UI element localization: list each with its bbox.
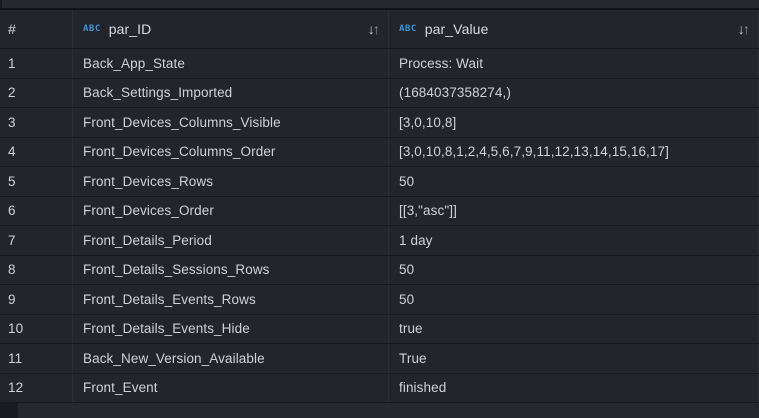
- row-index-cell: 4: [0, 138, 73, 167]
- table-row: 11 Back_New_Version_Available True: [0, 344, 759, 374]
- par-value-cell: [3,0,10,8,1,2,4,5,6,7,9,11,12,13,14,15,1…: [389, 138, 759, 167]
- column-header-par-value-label: par_Value: [425, 21, 489, 37]
- table-row: 8 Front_Details_Sessions_Rows 50: [0, 256, 759, 286]
- par-id-cell: Front_Devices_Order: [73, 197, 389, 226]
- string-type-icon: ABC: [399, 24, 417, 34]
- row-index-cell: 11: [0, 344, 73, 373]
- sort-up-arrow-icon: ↑: [373, 21, 380, 37]
- row-index-cell: 12: [0, 374, 73, 403]
- table-row: 4 Front_Devices_Columns_Order [3,0,10,8,…: [0, 138, 759, 168]
- column-header-par-id-label: par_ID: [109, 21, 152, 37]
- parameters-table: # ABC par_ID ↓↑ ABC par_Value ↓↑ 1 Back_…: [0, 10, 759, 403]
- table-row: 5 Front_Devices_Rows 50: [0, 167, 759, 197]
- par-value-cell: Process: Wait: [389, 49, 759, 78]
- par-value-cell: 50: [389, 256, 759, 285]
- row-index-cell: 5: [0, 167, 73, 196]
- table-row: 10 Front_Details_Events_Hide true: [0, 315, 759, 345]
- column-header-index: #: [0, 10, 73, 48]
- column-header-par-id[interactable]: ABC par_ID ↓↑: [73, 10, 389, 48]
- par-id-cell: Front_Event: [73, 374, 389, 403]
- par-id-cell: Front_Details_Events_Hide: [73, 315, 389, 344]
- par-value-cell: (1684037358274,): [389, 79, 759, 108]
- par-id-cell: Back_App_State: [73, 49, 389, 78]
- par-value-cell: 1 day: [389, 226, 759, 255]
- table-panel: # ABC par_ID ↓↑ ABC par_Value ↓↑ 1 Back_…: [0, 0, 759, 418]
- string-type-icon: ABC: [83, 24, 101, 34]
- par-id-cell: Front_Devices_Rows: [73, 167, 389, 196]
- par-value-cell: True: [389, 344, 759, 373]
- panel-bottom-edge: [0, 403, 759, 418]
- row-index-cell: 9: [0, 285, 73, 314]
- table-row: 9 Front_Details_Events_Rows 50: [0, 285, 759, 315]
- row-index-cell: 10: [0, 315, 73, 344]
- sort-icon[interactable]: ↓↑: [738, 22, 750, 36]
- par-value-cell: [[3,"asc"]]: [389, 197, 759, 226]
- sort-icon[interactable]: ↓↑: [368, 22, 380, 36]
- table-row: 2 Back_Settings_Imported (1684037358274,…: [0, 79, 759, 109]
- column-header-par-value[interactable]: ABC par_Value ↓↑: [389, 10, 759, 48]
- row-index-cell: 3: [0, 108, 73, 137]
- table-row: 7 Front_Details_Period 1 day: [0, 226, 759, 256]
- sort-up-arrow-icon: ↑: [743, 21, 750, 37]
- row-index-cell: 7: [0, 226, 73, 255]
- table-row: 3 Front_Devices_Columns_Visible [3,0,10,…: [0, 108, 759, 138]
- par-value-cell: [3,0,10,8]: [389, 108, 759, 137]
- row-index-cell: 1: [0, 49, 73, 78]
- par-value-cell: finished: [389, 374, 759, 403]
- row-index-cell: 8: [0, 256, 73, 285]
- table-row: 6 Front_Devices_Order [[3,"asc"]]: [0, 197, 759, 227]
- par-id-cell: Front_Details_Period: [73, 226, 389, 255]
- panel-top-edge: [0, 0, 759, 8]
- par-id-cell: Front_Devices_Columns_Order: [73, 138, 389, 167]
- par-id-cell: Front_Details_Sessions_Rows: [73, 256, 389, 285]
- row-index-cell: 6: [0, 197, 73, 226]
- column-header-index-label: #: [8, 21, 16, 37]
- table-row: 12 Front_Event finished: [0, 374, 759, 404]
- par-id-cell: Front_Devices_Columns_Visible: [73, 108, 389, 137]
- row-index-cell: 2: [0, 79, 73, 108]
- par-value-cell: true: [389, 315, 759, 344]
- table-header-row: # ABC par_ID ↓↑ ABC par_Value ↓↑: [0, 10, 759, 49]
- par-value-cell: 50: [389, 167, 759, 196]
- bottom-left-corner: [0, 403, 18, 418]
- par-value-cell: 50: [389, 285, 759, 314]
- par-id-cell: Back_Settings_Imported: [73, 79, 389, 108]
- table-row: 1 Back_App_State Process: Wait: [0, 49, 759, 79]
- par-id-cell: Front_Details_Events_Rows: [73, 285, 389, 314]
- par-id-cell: Back_New_Version_Available: [73, 344, 389, 373]
